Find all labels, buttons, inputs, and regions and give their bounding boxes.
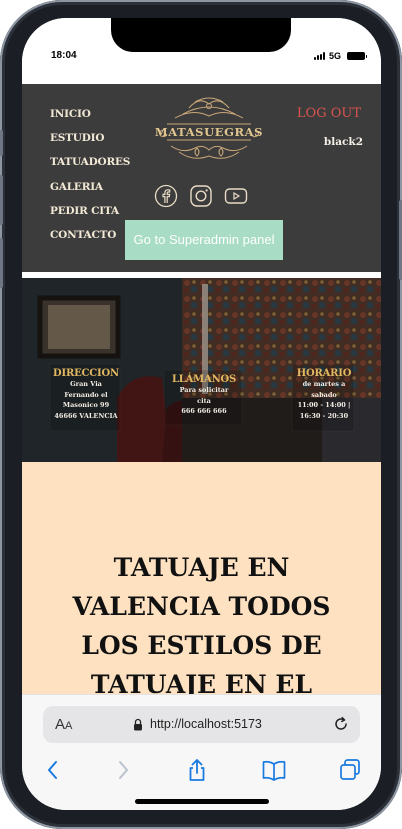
intro-headline: TATUAJE EN VALENCIA TODOS LOS ESTILOS DE…: [50, 548, 353, 704]
nav-item-tatuadores[interactable]: TATUADORES: [50, 156, 130, 180]
matasuegras-logo[interactable]: MATASUEGRAS: [153, 94, 265, 166]
nav-item-contacto[interactable]: CONTACTO: [50, 229, 130, 253]
notch: [111, 18, 291, 52]
nav-item-estudio[interactable]: ESTUDIO: [50, 132, 130, 156]
superadmin-panel-button[interactable]: Go to Superadmin panel: [125, 220, 283, 260]
direccion-line: Gran Via: [70, 380, 102, 388]
status-indicators: 5G: [313, 51, 367, 61]
horario-line: 16:30 - 20:30: [299, 411, 349, 420]
battery-icon: [347, 52, 367, 60]
screen: 18:04 5G INICIO ESTUDIO TATUADORES GALER…: [22, 18, 381, 810]
main-nav: INICIO ESTUDIO TATUADORES GALERIA PEDIR …: [50, 108, 130, 253]
instagram-icon[interactable]: [189, 184, 213, 208]
horario-title: HORARIO: [296, 368, 352, 379]
direccion-title: DIRECCION: [53, 368, 119, 379]
phone-frame: 18:04 5G INICIO ESTUDIO TATUADORES GALER…: [0, 0, 402, 829]
browser-chrome: AA http://localhost:5173: [22, 694, 381, 810]
back-icon[interactable]: [40, 757, 66, 783]
intro-section: TATUAJE EN VALENCIA TODOS LOS ESTILOS DE…: [22, 462, 381, 702]
studio-hero: DIRECCION Gran Via Fernando el Masonico …: [22, 278, 381, 462]
facebook-icon[interactable]: [154, 184, 178, 208]
side-button-volume-down: [0, 238, 3, 288]
nav-item-galeria[interactable]: GALERIA: [50, 181, 130, 205]
horario-block: HORARIO de martes a sabado 11:00 - 14:00…: [292, 368, 356, 421]
horario-line: sabado: [311, 390, 337, 399]
reader-aa-button[interactable]: AA: [55, 716, 72, 733]
logout-link[interactable]: LOG OUT: [297, 106, 361, 121]
status-time: 18:04: [51, 50, 77, 61]
horario-line: de martes a: [302, 380, 346, 388]
home-indicator: [135, 799, 269, 804]
direccion-block: DIRECCION Gran Via Fernando el Masonico …: [52, 368, 120, 421]
side-button-silent: [0, 130, 3, 156]
headline-line: LOS ESTILOS DE: [81, 631, 322, 660]
direccion-line: Fernando el: [64, 390, 108, 399]
headline-line: VALENCIA TODOS: [72, 592, 331, 621]
direccion-line: Masonico 99: [62, 401, 110, 409]
llamanos-title: LLÁMANOS: [171, 374, 237, 385]
llamanos-line: cita: [197, 396, 211, 405]
forward-icon[interactable]: [110, 757, 136, 783]
site-header: INICIO ESTUDIO TATUADORES GALERIA PEDIR …: [22, 84, 381, 272]
browser-toolbar: [22, 757, 381, 787]
youtube-icon[interactable]: [224, 184, 248, 208]
llamanos-block: LLÁMANOS Para solicitar cita 666 666 666: [167, 374, 241, 417]
address-bar[interactable]: AA http://localhost:5173: [43, 706, 360, 743]
headline-line: TATUAJE EN: [113, 553, 290, 582]
horario-line: 11:00 - 14:00 |: [297, 401, 351, 409]
share-icon[interactable]: [184, 757, 210, 783]
llamanos-line: Para solicitar: [179, 386, 229, 394]
direccion-line: 46666 VALENCIA: [54, 411, 118, 420]
tabs-icon[interactable]: [337, 757, 363, 783]
bookmarks-icon[interactable]: [261, 757, 287, 783]
side-button-volume-up: [0, 175, 3, 225]
nav-item-inicio[interactable]: INICIO: [50, 108, 130, 132]
social-links: [154, 184, 248, 208]
logo-text: MATASUEGRAS: [155, 125, 263, 139]
network-label: 5G: [328, 51, 341, 61]
url-text[interactable]: http://localhost:5173: [150, 717, 262, 731]
username-label: black2: [323, 136, 363, 148]
lock-icon: [134, 718, 142, 731]
reload-icon[interactable]: [332, 715, 350, 733]
signal-icon: [313, 52, 325, 60]
nav-item-pedir-cita[interactable]: PEDIR CITA: [50, 205, 130, 229]
llamanos-phone[interactable]: 666 666 666: [167, 406, 241, 417]
